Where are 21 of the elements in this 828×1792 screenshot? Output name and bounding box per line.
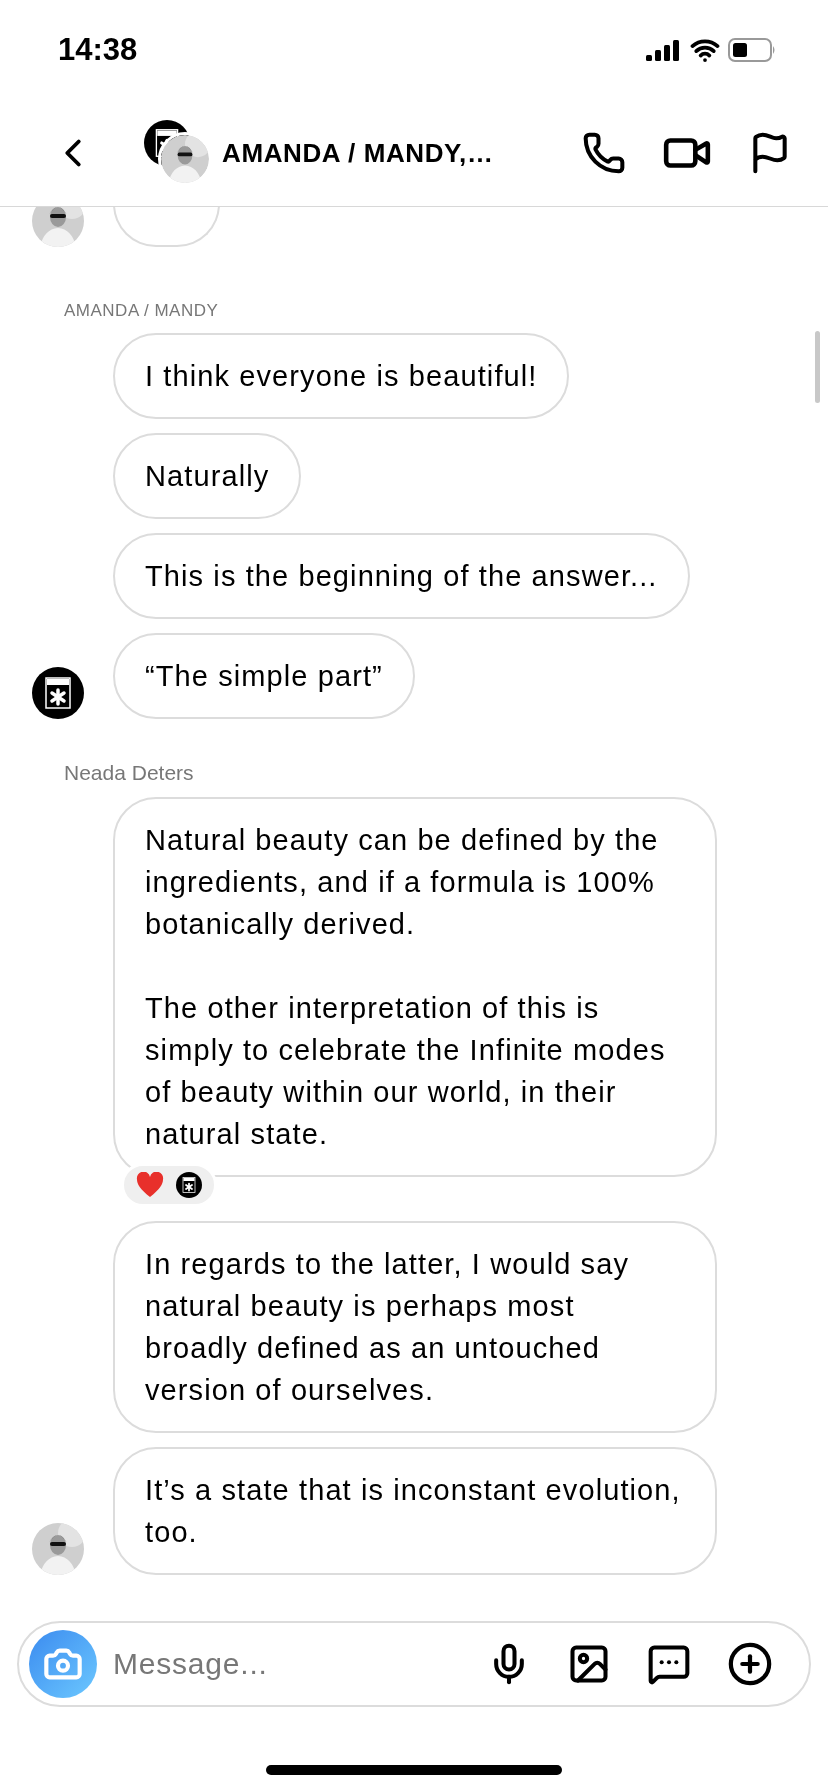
logo-icon (176, 1172, 202, 1198)
message-bubble: Naturally (113, 433, 302, 519)
message-bubble: I think everyone is beautiful! (113, 333, 570, 419)
sender-name: AMANDA / MANDY (64, 301, 220, 321)
status-time: 14:38 (58, 32, 138, 68)
battery-icon (728, 38, 776, 62)
sender-name: Neada Deters (64, 761, 195, 785)
signal-icon (646, 39, 682, 61)
gallery-button[interactable] (567, 1642, 611, 1686)
scroll-bar (815, 331, 820, 403)
chat-title[interactable]: AMANDA / MANDY,… (222, 137, 582, 169)
message-bubble: It’s a state that is inconstant evolution, too. (113, 1447, 717, 1575)
logo-icon (32, 667, 84, 719)
message-bubble: “The simple part” (113, 633, 415, 719)
chat-bubble-button[interactable] (647, 1642, 691, 1686)
phone-button[interactable] (582, 131, 626, 175)
heart-icon (136, 1172, 164, 1198)
add-button[interactable] (727, 1641, 773, 1687)
message-bubble: In regards to the latter, I would say natural beauty is perhaps most broadly defined as an untouched version of ourselves. (113, 1221, 717, 1433)
camera-button[interactable] (29, 1630, 97, 1698)
message-bubble: This is the beginning of the answer... (113, 533, 690, 619)
